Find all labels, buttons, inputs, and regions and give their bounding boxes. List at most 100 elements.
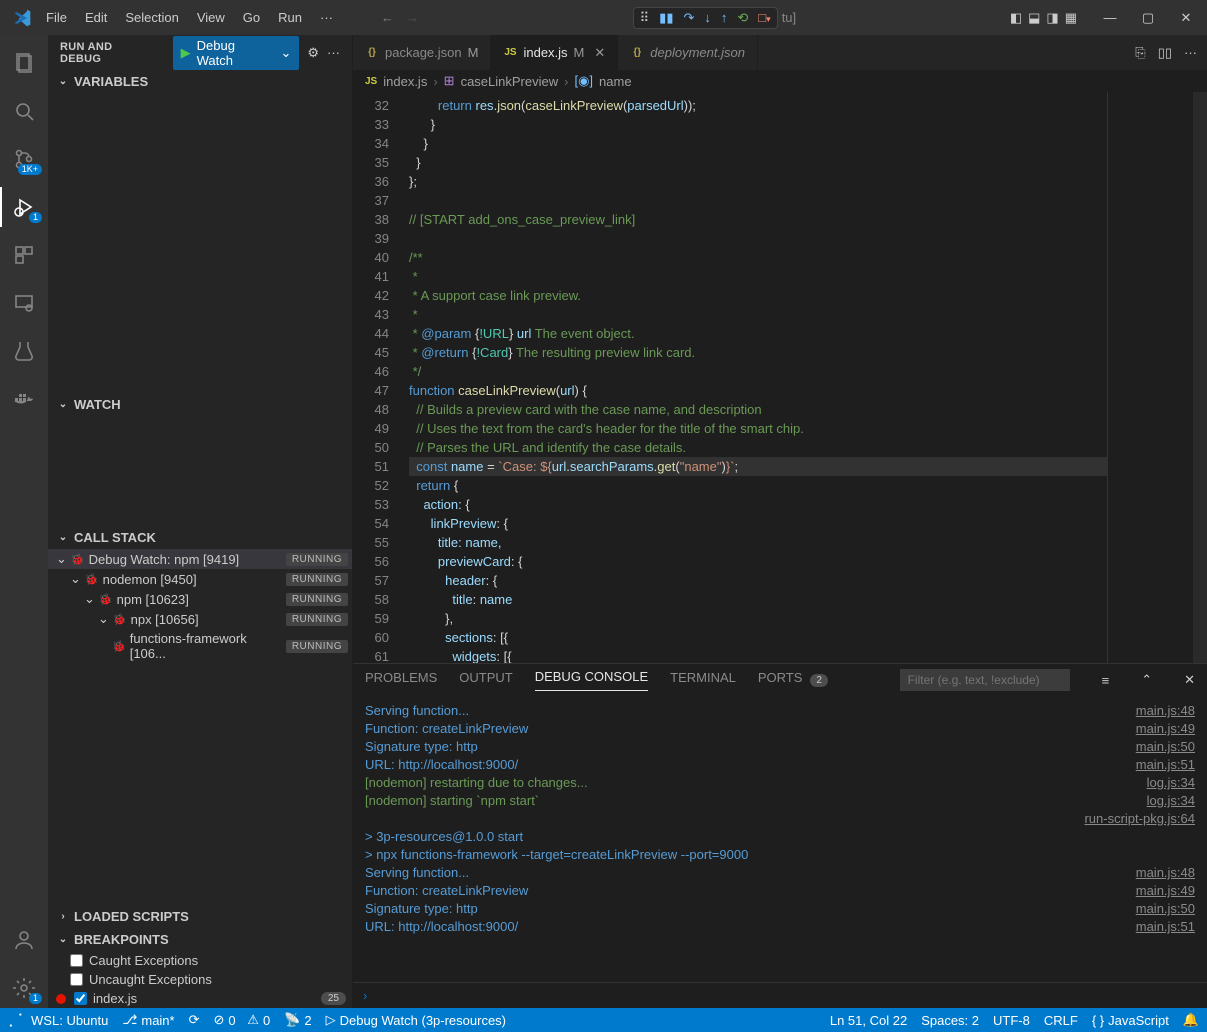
source-link[interactable]: main.js:50 — [1120, 900, 1195, 918]
status-encoding[interactable]: UTF-8 — [993, 1013, 1030, 1028]
close-panel-icon[interactable]: ✕ — [1184, 672, 1195, 688]
tab-package.json[interactable]: {}package.jsonM — [353, 35, 491, 70]
gear-icon[interactable]: ⚙ — [307, 45, 319, 61]
code-line-54[interactable]: linkPreview: { — [409, 514, 1107, 533]
panel-tab-ports[interactable]: PORTS — [758, 670, 803, 691]
status-spaces[interactable]: Spaces: 2 — [921, 1013, 979, 1028]
window-min[interactable]: — — [1095, 10, 1125, 25]
close-icon[interactable]: ✕ — [594, 45, 605, 61]
code-line-50[interactable]: // Parses the URL and identify the case … — [409, 438, 1107, 457]
nav-fwd[interactable]: → — [406, 10, 419, 25]
code-line-34[interactable]: } — [409, 134, 1107, 153]
code-line-58[interactable]: title: name — [409, 590, 1107, 609]
stop-icon[interactable]: □▾ — [758, 10, 770, 25]
activity-debug[interactable]: 1 — [0, 187, 48, 227]
menu-selection[interactable]: Selection — [117, 6, 186, 29]
filter-input[interactable] — [900, 669, 1070, 691]
activity-extensions[interactable] — [0, 235, 48, 275]
bp-caught-check[interactable] — [70, 954, 83, 967]
status-problems[interactable]: ⊘0 ⚠0 — [214, 1012, 271, 1028]
code-line-35[interactable]: } — [409, 153, 1107, 172]
step-into-icon[interactable]: ↓ — [704, 10, 711, 25]
status-remote[interactable]: ⡀⠁WSL: Ubuntu — [8, 1012, 108, 1028]
menu-file[interactable]: File — [38, 6, 75, 29]
source-link[interactable]: log.js:34 — [1131, 774, 1195, 792]
source-link[interactable]: main.js:51 — [1120, 918, 1195, 936]
activity-remote[interactable] — [0, 283, 48, 323]
activity-explorer[interactable] — [0, 43, 48, 83]
panel-tab-terminal[interactable]: TERMINAL — [670, 670, 736, 691]
code-line-57[interactable]: header: { — [409, 571, 1107, 590]
debug-repl[interactable]: › — [353, 982, 1207, 1008]
code-line-60[interactable]: sections: [{ — [409, 628, 1107, 647]
more-icon[interactable]: ··· — [327, 45, 340, 60]
callstack-row[interactable]: ⌄🐞nodemon [9450]RUNNING — [48, 569, 352, 589]
bp-file[interactable]: index.js25 — [48, 989, 352, 1008]
section-loaded[interactable]: ›LOADED SCRIPTS — [48, 905, 352, 928]
menu-go[interactable]: Go — [235, 6, 268, 29]
code-editor[interactable]: 3233343536373839404142434445464748495051… — [353, 92, 1207, 663]
code-line-38[interactable]: // [START add_ons_case_preview_link] — [409, 210, 1107, 229]
breadcrumb[interactable]: JS index.js› ⊞ caseLinkPreview› [◉] name — [353, 70, 1207, 92]
tab-index.js[interactable]: JSindex.jsM✕ — [491, 35, 618, 70]
scrollbar[interactable] — [1193, 92, 1207, 663]
code-line-36[interactable]: }; — [409, 172, 1107, 191]
status-sync[interactable]: ⟳ — [189, 1012, 200, 1028]
callstack-row[interactable]: ⌄🐞Debug Watch: npm [9419]RUNNING — [48, 549, 352, 569]
code-line-41[interactable]: * — [409, 267, 1107, 286]
bp-caught[interactable]: Caught Exceptions — [48, 951, 352, 970]
section-breakpoints[interactable]: ⌄BREAKPOINTS — [48, 928, 352, 951]
activity-account[interactable] — [0, 920, 48, 960]
source-link[interactable]: main.js:48 — [1120, 864, 1195, 882]
more-tabs-icon[interactable]: ··· — [1184, 45, 1197, 60]
menu-edit[interactable]: Edit — [77, 6, 115, 29]
minimap[interactable] — [1107, 92, 1207, 663]
code-line-32[interactable]: return res.json(caseLinkPreview(parsedUr… — [409, 96, 1107, 115]
debug-console-output[interactable]: Serving function...main.js:48Function: c… — [353, 696, 1207, 982]
code-line-33[interactable]: } — [409, 115, 1107, 134]
code-line-48[interactable]: // Builds a preview card with the case n… — [409, 400, 1107, 419]
source-link[interactable]: run-script-pkg.js:64 — [1068, 810, 1195, 828]
activity-settings[interactable]: 1 — [0, 968, 48, 1008]
filter-settings-icon[interactable]: ≡ — [1102, 673, 1110, 688]
menu-run[interactable]: Run — [270, 6, 310, 29]
code-line-53[interactable]: action: { — [409, 495, 1107, 514]
source-link[interactable]: main.js:49 — [1120, 720, 1195, 738]
window-close[interactable]: ✕ — [1171, 10, 1201, 26]
debug-config-select[interactable]: ▶ Debug Watch ⌄ — [173, 36, 300, 70]
callstack-row[interactable]: ⌄🐞npx [10656]RUNNING — [48, 609, 352, 629]
panel-tab-debug-console[interactable]: DEBUG CONSOLE — [535, 669, 648, 691]
code-line-56[interactable]: previewCard: { — [409, 552, 1107, 571]
menu-···[interactable]: ··· — [312, 6, 341, 29]
activity-testing[interactable] — [0, 331, 48, 371]
section-watch[interactable]: ⌄WATCH — [48, 393, 352, 416]
compare-icon[interactable]: ⎘ — [1135, 45, 1145, 61]
callstack-row[interactable]: ⌄🐞npm [10623]RUNNING — [48, 589, 352, 609]
panel-tab-output[interactable]: OUTPUT — [459, 670, 512, 691]
code-line-49[interactable]: // Uses the text from the card's header … — [409, 419, 1107, 438]
code-line-52[interactable]: return { — [409, 476, 1107, 495]
activity-scm[interactable]: 1K+ — [0, 139, 48, 179]
callstack-row[interactable]: 🐞functions-framework [106...RUNNING — [48, 629, 352, 663]
code-line-40[interactable]: /** — [409, 248, 1107, 267]
bp-uncaught-check[interactable] — [70, 973, 83, 986]
layout-right-icon[interactable]: ◨ — [1046, 10, 1058, 26]
code-line-47[interactable]: function caseLinkPreview(url) { — [409, 381, 1107, 400]
status-debug[interactable]: ▷Debug Watch (3p-resources) — [326, 1012, 506, 1028]
source-link[interactable]: main.js:48 — [1120, 702, 1195, 720]
menu-view[interactable]: View — [189, 6, 233, 29]
source-link[interactable]: main.js:50 — [1120, 738, 1195, 756]
step-over-icon[interactable]: ↷ — [683, 10, 694, 26]
layout-left-icon[interactable]: ◧ — [1010, 10, 1022, 26]
code-line-39[interactable] — [409, 229, 1107, 248]
source-link[interactable]: main.js:51 — [1120, 756, 1195, 774]
code-line-45[interactable]: * @return {!Card} The resulting preview … — [409, 343, 1107, 362]
source-link[interactable]: main.js:49 — [1120, 882, 1195, 900]
code-line-61[interactable]: widgets: [{ — [409, 647, 1107, 663]
code-line-43[interactable]: * — [409, 305, 1107, 324]
pause-icon[interactable]: ▮▮ — [659, 10, 673, 26]
code-line-51[interactable]: const name = `Case: ${url.searchParams.g… — [409, 457, 1107, 476]
restart-icon[interactable]: ⟲ — [737, 10, 748, 26]
section-callstack[interactable]: ⌄CALL STACK — [48, 526, 352, 549]
activity-search[interactable] — [0, 91, 48, 131]
